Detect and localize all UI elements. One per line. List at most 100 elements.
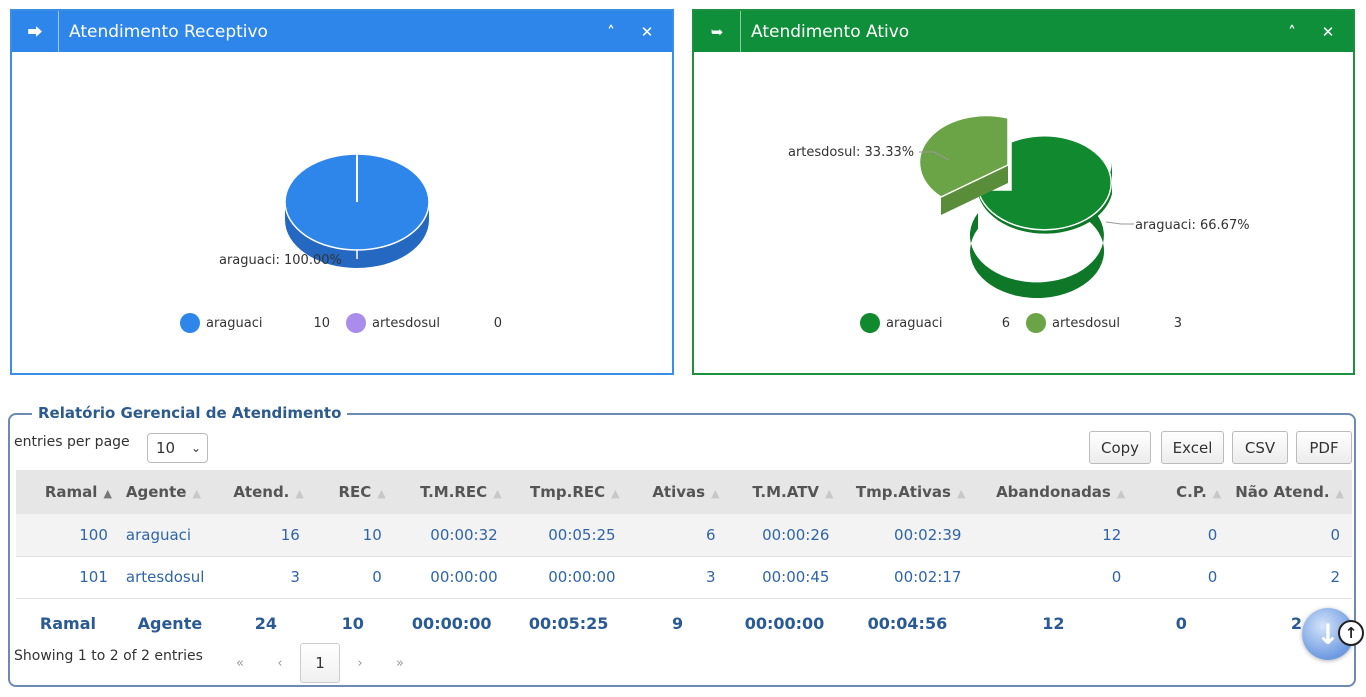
col-header-nao-atend[interactable]: Não Atend. ▲	[1229, 470, 1352, 514]
page-last-button[interactable]: »	[380, 643, 420, 683]
cell-cp: 0	[1133, 514, 1230, 557]
cell-ativas: 3	[627, 556, 728, 599]
pagination: « ‹ 1 › »	[220, 643, 420, 683]
cell-tm-rec: 00:00:00	[393, 556, 510, 599]
panel-title: Atendimento Receptivo	[69, 21, 268, 42]
pdf-button[interactable]: PDF	[1296, 431, 1352, 464]
legend-dot-araguaci[interactable]	[860, 313, 880, 333]
cell-ativas: 6	[627, 514, 728, 557]
pie-slice-araguaci[interactable]	[284, 153, 430, 268]
cell-nao-atend: 0	[1229, 514, 1352, 557]
cell-tm-rec: 00:00:32	[393, 514, 510, 557]
cell-nao-atend: 2	[1229, 556, 1352, 599]
report-title: Relatório Gerencial de Atendimento	[32, 404, 348, 422]
footer-tm-rec: 00:00:00	[393, 597, 510, 648]
sort-icon: ▲	[824, 487, 834, 500]
entries-per-page-label: entries per page	[14, 434, 130, 450]
col-header-tmp-ativas[interactable]: Tmp.Ativas ▲	[841, 470, 974, 514]
panel-title: Atendimento Ativo	[751, 21, 910, 42]
sign-in-icon: ⮕	[12, 11, 59, 52]
table-footer-row: Ramal Agente 24 10 00:00:00 00:05:25 9 0…	[16, 597, 1352, 648]
collapse-chevron-up-icon[interactable]: ˄	[1281, 23, 1303, 41]
col-header-rec[interactable]: REC ▲	[311, 470, 394, 514]
sort-icon: ▲	[1116, 487, 1126, 500]
report-table: Ramal ▲ Agente ▲ Atend. ▲ REC ▲ T.M.REC ▲ Tmp…	[16, 470, 1352, 648]
legend-label-araguaci[interactable]: araguaci	[886, 316, 976, 331]
col-header-abandonadas[interactable]: Abandonadas ▲	[973, 470, 1134, 514]
col-header-ativas[interactable]: Ativas ▲	[627, 470, 728, 514]
sort-icon: ▲	[493, 487, 502, 500]
cell-abandonadas: 12	[973, 514, 1134, 557]
cell-tmp-ativas: 00:02:17	[841, 556, 974, 599]
footer-agente: Agente	[119, 597, 220, 648]
legend-dot-araguaci[interactable]	[180, 313, 200, 333]
cell-atend: 3	[219, 556, 312, 599]
col-header-tmp-rec[interactable]: Tmp.REC ▲	[509, 470, 628, 514]
col-header-ramal[interactable]: Ramal ▲	[16, 470, 120, 514]
legend-value-araguaci: 6	[1001, 315, 1010, 331]
cell-tmp-rec: 00:00:00	[509, 556, 628, 599]
cell-agente: artesdosul	[119, 556, 220, 599]
legend-label-artesdosul[interactable]: artesdosul	[1052, 316, 1152, 331]
legend-value-araguaci: 10	[313, 315, 330, 331]
panel-header: ⮕ Atendimento Receptivo ˄ ✕	[12, 11, 672, 52]
cell-rec: 0	[311, 556, 394, 599]
cell-atend: 16	[219, 514, 312, 557]
pie-chart-receptivo: araguaci: 100.00%	[219, 153, 430, 268]
sort-icon: ▲	[295, 487, 304, 500]
sort-icon: ▲	[1212, 487, 1222, 500]
panel-atendimento-receptivo: ⮕ Atendimento Receptivo ˄ ✕ araguaci: 10…	[10, 9, 674, 375]
footer-tm-atv: 00:00:00	[727, 597, 842, 648]
footer-ativas: 9	[627, 597, 728, 648]
page-first-button[interactable]: «	[220, 643, 260, 683]
footer-abandonadas: 12	[973, 597, 1134, 648]
cell-ramal: 101	[16, 556, 120, 599]
cell-tm-atv: 00:00:45	[727, 556, 842, 599]
legend-label-artesdosul[interactable]: artesdosul	[372, 316, 472, 331]
legend-dot-artesdosul[interactable]	[346, 313, 366, 333]
sort-icon: ▲	[611, 487, 620, 500]
close-icon[interactable]: ✕	[1317, 23, 1339, 41]
table-header-row: Ramal ▲ Agente ▲ Atend. ▲ REC ▲ T.M.REC ▲ Tmp…	[16, 470, 1352, 514]
excel-button[interactable]: Excel	[1161, 431, 1224, 464]
table-row[interactable]: 100 araguaci 16 10 00:00:32 00:05:25 6 0…	[16, 514, 1352, 557]
cell-rec: 10	[311, 514, 394, 557]
sort-icon: ▲	[711, 487, 720, 500]
sort-asc-icon: ▲	[103, 487, 112, 500]
page-current-button[interactable]: 1	[300, 643, 340, 683]
legend-value-artesdosul: 0	[493, 315, 502, 331]
panel-atendimento-ativo: ➥ Atendimento Ativo ˄ ✕ artesdosul: 33.3…	[692, 9, 1355, 375]
footer-tmp-rec: 00:05:25	[509, 597, 628, 648]
cell-tm-atv: 00:00:26	[727, 514, 842, 557]
csv-button[interactable]: CSV	[1232, 431, 1288, 464]
cell-cp: 0	[1133, 556, 1230, 599]
legend-receptivo: araguaci 10 artesdosul 0	[180, 313, 502, 333]
cell-abandonadas: 0	[973, 556, 1134, 599]
sort-icon: ▲	[192, 487, 201, 500]
legend-value-artesdosul: 3	[1173, 315, 1182, 331]
footer-ramal: Ramal	[16, 597, 120, 648]
col-header-agente[interactable]: Agente ▲	[119, 470, 220, 514]
scroll-up-arrow-icon[interactable]: ↑	[1338, 620, 1364, 646]
sign-out-icon: ➥	[694, 11, 741, 52]
close-icon[interactable]: ✕	[636, 23, 658, 41]
col-header-atend[interactable]: Atend. ▲	[219, 470, 312, 514]
footer-atend: 24	[219, 597, 312, 648]
pie-label-araguaci: araguaci: 100.00%	[219, 253, 342, 268]
col-header-cp[interactable]: C.P. ▲	[1133, 470, 1230, 514]
copy-button[interactable]: Copy	[1089, 431, 1151, 464]
pie-label-artesdosul: artesdosul: 33.33%	[788, 145, 914, 160]
legend-dot-artesdosul[interactable]	[1026, 313, 1046, 333]
entries-per-page-select[interactable]: 10 ⌄	[147, 433, 208, 463]
col-header-tm-atv[interactable]: T.M.ATV ▲	[727, 470, 842, 514]
table-row[interactable]: 101 artesdosul 3 0 00:00:00 00:00:00 3 0…	[16, 556, 1352, 599]
col-header-tm-rec[interactable]: T.M.REC ▲	[393, 470, 510, 514]
page-prev-button[interactable]: ‹	[260, 643, 300, 683]
legend-label-araguaci[interactable]: araguaci	[206, 316, 292, 331]
cell-agente: araguaci	[119, 514, 220, 557]
collapse-chevron-up-icon[interactable]: ˄	[600, 23, 622, 41]
cell-tmp-rec: 00:05:25	[509, 514, 628, 557]
cell-ramal: 100	[16, 514, 120, 557]
page-next-button[interactable]: ›	[340, 643, 380, 683]
footer-cp: 0	[1133, 597, 1230, 648]
